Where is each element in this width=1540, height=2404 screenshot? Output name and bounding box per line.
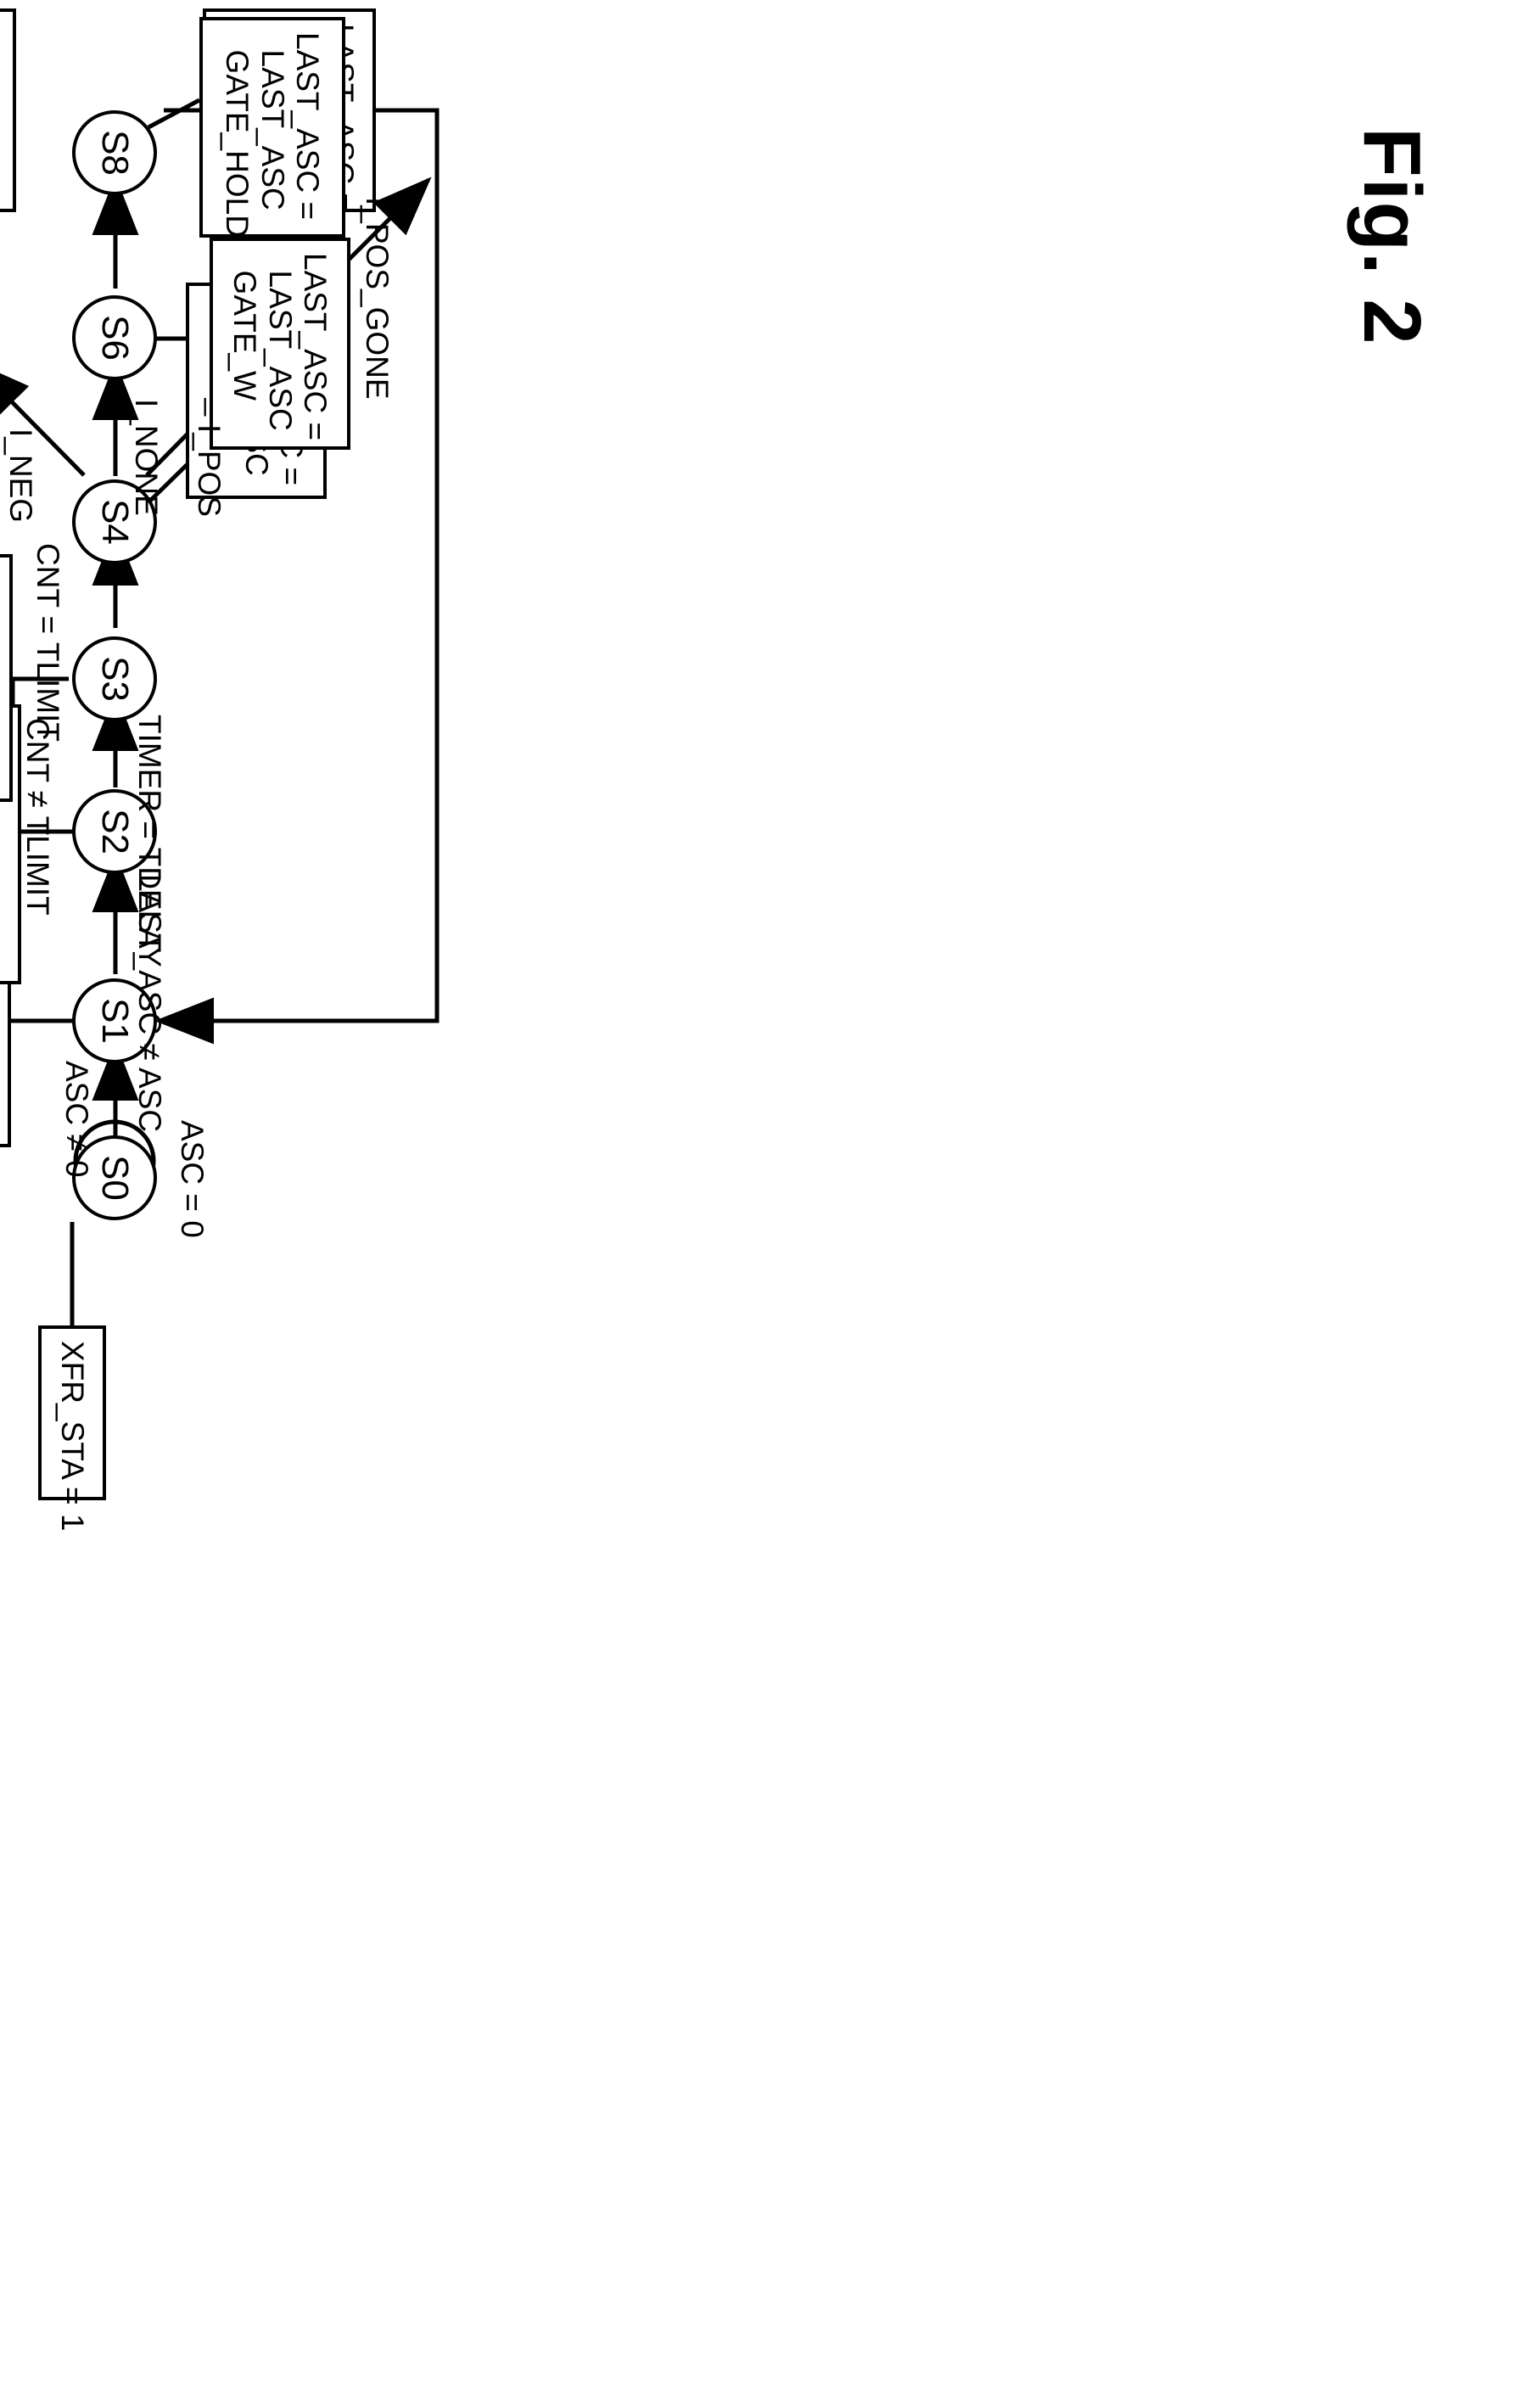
action-box-s7: LAST_ASC = LAST_ASC GATE_N GATE_W bbox=[0, 8, 16, 212]
action-box-s8: LAST_ASC = LAST_ASC GATE_HOLD bbox=[199, 17, 345, 238]
edge-label-i-neg: I_NEG bbox=[3, 429, 38, 524]
edge-label-timer-tdelay: TIMER = TDELAY bbox=[132, 714, 167, 967]
action-box-s0-text: XFR_STA = 1 bbox=[54, 1341, 90, 1532]
edge-label-i-none: I_NONE bbox=[129, 399, 164, 516]
edge-label-asc-zero: ASC = 0 bbox=[175, 1120, 210, 1238]
state-node-s3[interactable]: S3 bbox=[72, 636, 157, 721]
figure-title: Fig. 2 bbox=[1347, 127, 1437, 345]
state-node-s8[interactable]: S8 bbox=[72, 110, 157, 195]
state-node-s2-label: S2 bbox=[94, 809, 136, 855]
state-node-s6[interactable]: S6 bbox=[72, 295, 157, 380]
edge-label-i-pos-gone: I_POS_GONE bbox=[360, 197, 395, 400]
action-box-s6-text: LAST_ASC = LAST_ASC GATE_W bbox=[227, 253, 333, 441]
edge-label-asc-nonzero: ASC ≠ 0 bbox=[59, 1061, 94, 1178]
action-box-s0: XFR_STA = 1 bbox=[38, 1325, 106, 1532]
state-node-s1-label: S1 bbox=[94, 998, 136, 1044]
edge-label-cnt-ne-tlimit: CNT ≠ TLIMIT bbox=[20, 718, 55, 916]
state-node-s8-label: S8 bbox=[94, 130, 136, 176]
state-node-s0-label: S0 bbox=[94, 1155, 136, 1201]
state-node-s3-label: S3 bbox=[94, 656, 136, 702]
figure-canvas: S0 S1 S2 S3 S4 S5 S6 S7 S8 XFR_STA = 1 C… bbox=[0, 0, 1540, 2404]
state-node-s6-label: S6 bbox=[94, 315, 136, 361]
edge-label-cnt-eq-tlimit: CNT = TLIMIT bbox=[31, 543, 65, 742]
edge-label-i-pos: I_POS bbox=[192, 424, 227, 517]
action-box-s6: LAST_ASC = LAST_ASC GATE_W bbox=[210, 238, 350, 450]
action-box-s3: CNT = CNT + 1 LAST_ASC = LAST_ASC GATE_W bbox=[0, 554, 13, 802]
action-box-s8-text: LAST_ASC = LAST_ASC GATE_HOLD bbox=[220, 32, 326, 238]
